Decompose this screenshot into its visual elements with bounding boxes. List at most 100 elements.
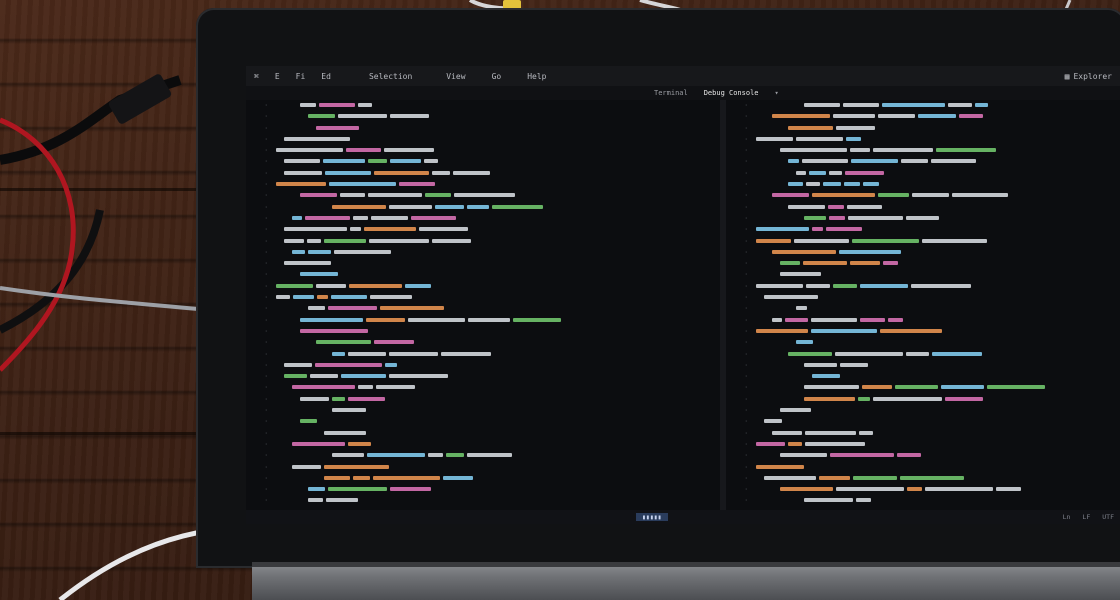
code-token: [788, 441, 802, 446]
code-token: [419, 227, 468, 232]
code-token: [307, 238, 321, 243]
code-token: [324, 475, 350, 480]
line-number: ·: [744, 226, 748, 234]
code-token: [830, 453, 894, 458]
code-token: [368, 193, 422, 198]
line-number: ·: [744, 169, 748, 177]
line-number: ·: [264, 407, 268, 415]
chevron-down-icon[interactable]: ▾: [767, 89, 787, 97]
code-line: [756, 416, 1120, 427]
code-line: [276, 134, 720, 145]
code-token: [796, 136, 843, 141]
code-token: [772, 114, 830, 119]
line-number: ·: [264, 316, 268, 324]
editor-pane-left[interactable]: · · · · · · · · · · · · · · · · · · · · · · · · · · · · · · · · · · · ·: [246, 100, 720, 510]
code-line: [756, 292, 1120, 303]
status-eol[interactable]: LF: [1076, 513, 1096, 521]
explorer-icon[interactable]: ▦: [1065, 72, 1070, 81]
code-token: [756, 464, 804, 469]
code-token: [812, 374, 840, 379]
code-token: [788, 182, 803, 187]
code-line: [756, 202, 1120, 213]
code-line: [276, 168, 720, 179]
code-token: [468, 317, 510, 322]
tab-debug-console[interactable]: Debug Console: [696, 89, 767, 97]
code-token: [348, 441, 371, 446]
code-line: [756, 100, 1120, 111]
status-branch[interactable]: ▮▮▮▮▮: [636, 513, 668, 521]
code-token: [308, 114, 335, 119]
code-token: [948, 103, 972, 107]
menu-item-go[interactable]: Go: [474, 72, 510, 81]
code-token: [788, 159, 799, 164]
menu-item-selection[interactable]: Selection: [339, 72, 420, 81]
code-token: [805, 430, 856, 435]
code-token: [809, 170, 826, 175]
code-token: [851, 159, 898, 164]
code-token: [843, 103, 879, 107]
menu-item-view[interactable]: View: [420, 72, 473, 81]
line-number: ·: [744, 316, 748, 324]
code-token: [349, 283, 402, 288]
code-area[interactable]: [756, 100, 1120, 510]
code-token: [907, 487, 922, 492]
code-line: [756, 168, 1120, 179]
code-line: [276, 428, 720, 439]
code-token: [756, 136, 793, 141]
tab-terminal[interactable]: Terminal: [646, 89, 696, 97]
menu-item-1[interactable]: E: [267, 72, 288, 81]
menu-item-help[interactable]: Help: [509, 72, 554, 81]
code-line: [756, 326, 1120, 337]
code-token: [812, 227, 823, 232]
code-token: [332, 396, 345, 401]
explorer-label[interactable]: Explorer: [1073, 72, 1112, 81]
code-token: [906, 215, 939, 220]
status-encoding[interactable]: UTF: [1096, 513, 1120, 521]
code-token: [324, 430, 366, 435]
code-token: [308, 487, 325, 492]
code-line: [756, 134, 1120, 145]
code-line: [276, 111, 720, 122]
code-token: [756, 441, 785, 446]
code-token: [310, 374, 338, 379]
code-token: [772, 249, 836, 254]
code-token: [806, 182, 820, 187]
editor-pane-right[interactable]: · · · · · · · · · · · · · · · · · · · · · · · · · · · · · · · · · · · ·: [726, 100, 1120, 510]
code-token: [390, 487, 431, 492]
code-token: [829, 215, 845, 220]
code-token: [467, 453, 512, 458]
code-line: [276, 405, 720, 416]
line-number: ·: [744, 361, 748, 369]
code-line: [756, 484, 1120, 495]
code-token: [945, 396, 983, 401]
menu-item-0[interactable]: ⌘: [246, 72, 267, 81]
code-token: [276, 283, 313, 288]
code-token: [364, 227, 416, 232]
line-number: ·: [264, 350, 268, 358]
code-token: [380, 306, 444, 311]
black-connector: [108, 74, 172, 124]
code-token: [925, 487, 993, 492]
code-token: [348, 396, 385, 401]
line-number: ·: [744, 282, 748, 290]
code-line: [756, 382, 1120, 393]
menu-item-3[interactable]: Ed: [313, 72, 339, 81]
code-line: [276, 337, 720, 348]
code-token: [796, 340, 813, 345]
menu-item-2[interactable]: Fi: [288, 72, 314, 81]
status-line[interactable]: Ln: [1057, 513, 1077, 521]
code-token: [390, 114, 429, 119]
code-token: [332, 408, 366, 413]
code-token: [370, 295, 412, 300]
line-number: ·: [744, 203, 748, 211]
code-token: [425, 193, 451, 198]
code-token: [366, 317, 405, 322]
code-token: [411, 215, 456, 220]
code-token: [780, 408, 811, 413]
code-area[interactable]: [276, 100, 720, 510]
menu-bar: ⌘ E Fi Ed Selection View Go Help ▦ Explo…: [246, 66, 1120, 86]
code-token: [300, 103, 316, 107]
code-token: [389, 204, 432, 209]
code-line: [756, 495, 1120, 506]
code-token: [860, 283, 908, 288]
